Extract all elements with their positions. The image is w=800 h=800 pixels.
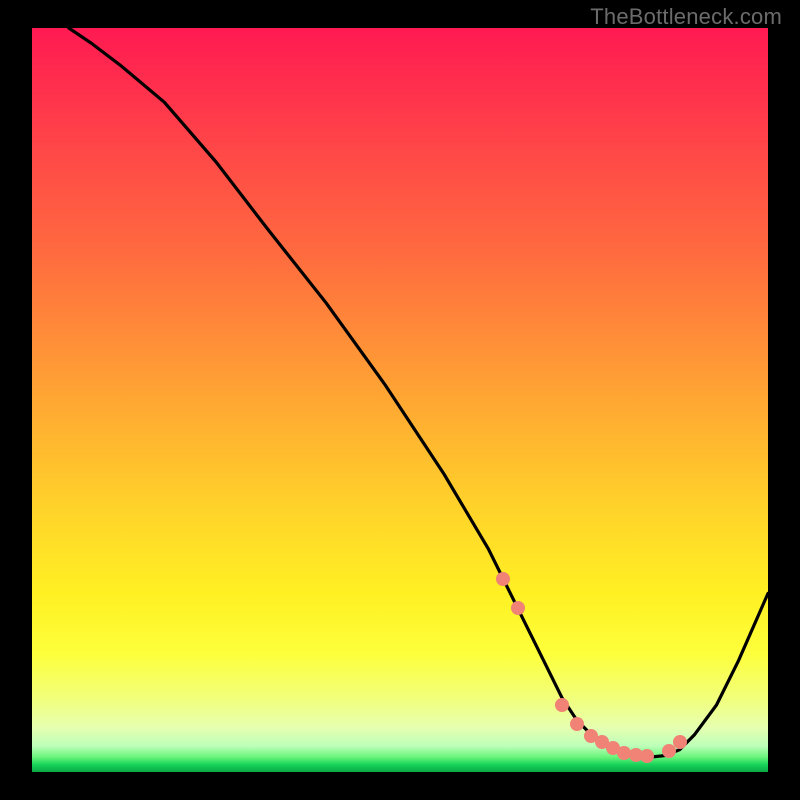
marker-point xyxy=(640,749,654,763)
watermark-text: TheBottleneck.com xyxy=(590,4,782,30)
marker-point xyxy=(496,572,510,586)
marker-point xyxy=(673,735,687,749)
marker-point xyxy=(555,698,569,712)
curve-path xyxy=(69,28,768,757)
chart-frame: TheBottleneck.com xyxy=(0,0,800,800)
curve-layer xyxy=(32,28,768,772)
plot-area xyxy=(32,28,768,772)
marker-point xyxy=(511,601,525,615)
marker-point xyxy=(570,717,584,731)
